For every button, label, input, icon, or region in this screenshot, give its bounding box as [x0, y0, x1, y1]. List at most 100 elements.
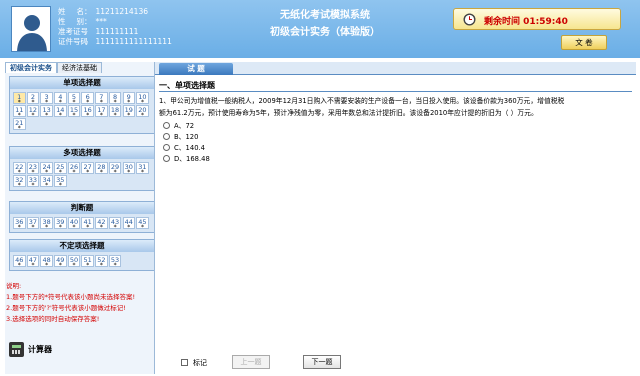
- question-number-49[interactable]: 49 *: [54, 255, 67, 269]
- section-multiple-choice: 多项选择题 22 * 23 * 24 * 25 * 26 * 27 * 28 * 29 * 30 * 31 * 32 * 3…: [9, 146, 155, 191]
- option-label: C、140.4: [174, 144, 206, 152]
- question-number-7[interactable]: 7 *: [95, 92, 108, 106]
- question-number-32[interactable]: 32 *: [13, 175, 26, 189]
- section-title: 单项选择题: [10, 77, 154, 89]
- question-footer: 标记 上一题 下一题: [155, 352, 636, 374]
- question-number-29[interactable]: 29 *: [108, 162, 122, 176]
- question-number-36[interactable]: 36 *: [13, 217, 26, 231]
- question-grid: 22 * 23 * 24 * 25 * 26 * 27 * 28 * 29 * 30 * 31 * 32 * 33 * 34 * 3…: [10, 159, 154, 190]
- question-number-2[interactable]: 2 *: [26, 92, 40, 106]
- question-number-22[interactable]: 22 *: [13, 162, 26, 176]
- info-name-label: 姓名: [58, 7, 84, 16]
- tab-economic-law[interactable]: 经济法基础: [57, 62, 102, 73]
- question-number-52[interactable]: 52 *: [95, 255, 108, 269]
- calculator-button[interactable]: 计算器: [9, 340, 71, 358]
- question-number-19[interactable]: 19 *: [122, 105, 135, 119]
- info-gender-value: ***: [95, 17, 107, 26]
- question-number-1[interactable]: 1 *: [13, 92, 26, 106]
- option-d[interactable]: D、168.48: [163, 153, 210, 163]
- question-number-40[interactable]: 40 *: [67, 217, 81, 231]
- info-gender-label: 性别: [58, 17, 84, 26]
- option-label: D、168.48: [174, 155, 210, 163]
- question-number-18[interactable]: 18 *: [108, 105, 122, 119]
- mark-checkbox[interactable]: [181, 359, 188, 366]
- question-number-11[interactable]: 11 *: [13, 105, 26, 119]
- question-number-43[interactable]: 43 *: [108, 217, 122, 231]
- question-number-39[interactable]: 39 *: [54, 217, 67, 231]
- document-button[interactable]: 文 卷: [561, 35, 607, 50]
- radio-button[interactable]: [163, 132, 170, 140]
- option-b[interactable]: B、120: [163, 131, 198, 141]
- question-number-38[interactable]: 38 *: [40, 217, 53, 231]
- question-number-26[interactable]: 26 *: [67, 162, 81, 176]
- question-number-42[interactable]: 42 *: [95, 217, 108, 231]
- question-number-27[interactable]: 27 *: [81, 162, 94, 176]
- question-number-44[interactable]: 44 *: [122, 217, 135, 231]
- question-text: 1、甲公司为增值税一般纳税人，2009年12月31日购入不需要安装的生产设备一台…: [159, 97, 565, 117]
- question-number-21[interactable]: 21 *: [13, 118, 26, 132]
- next-question-button[interactable]: 下一题: [303, 355, 341, 369]
- question-number-53[interactable]: 53 *: [108, 255, 122, 269]
- question-number-35[interactable]: 35 *: [54, 175, 67, 189]
- section-true-false: 判断题 36 * 37 * 38 * 39 * 40 * 41 * 42 * 43 * 44 * 45 *: [9, 201, 155, 233]
- avatar: [11, 6, 51, 52]
- radio-button[interactable]: [163, 143, 170, 151]
- subject-tabs: 初级会计实务 经济法基础: [5, 62, 154, 73]
- header-bar: 姓名： 11211214136 性别： *** 准考证号： 111111111 证件号…: [0, 0, 640, 58]
- candidate-info: 姓名： 11211214136 性别： *** 准考证号： 111111111 证件号…: [58, 7, 172, 46]
- mark-label: 标记: [193, 359, 207, 367]
- question-number-30[interactable]: 30 *: [122, 162, 135, 176]
- question-number-14[interactable]: 14 *: [54, 105, 67, 119]
- info-id-card-label: 证件号码: [58, 37, 88, 46]
- question-number-17[interactable]: 17 *: [95, 105, 108, 119]
- divider: [159, 91, 632, 92]
- question-number-34[interactable]: 34 *: [40, 175, 53, 189]
- question-number-41[interactable]: 41 *: [81, 217, 94, 231]
- radio-button[interactable]: [163, 154, 170, 162]
- question-number-46[interactable]: 46 *: [13, 255, 26, 269]
- system-subtitle: 初级会计实务（体验版）: [270, 27, 380, 38]
- question-number-3[interactable]: 3 *: [40, 92, 53, 106]
- system-title: 无纸化考试模拟系统: [280, 10, 370, 21]
- radio-button[interactable]: [163, 121, 170, 129]
- question-number-47[interactable]: 47 *: [26, 255, 40, 269]
- question-number-6[interactable]: 6 *: [81, 92, 94, 106]
- question-number-8[interactable]: 8 *: [108, 92, 122, 106]
- question-number-4[interactable]: 4 *: [54, 92, 67, 106]
- question-number-31[interactable]: 31 *: [136, 162, 149, 176]
- question-grid: 36 * 37 * 38 * 39 * 40 * 41 * 42 * 43 * 44 * 45 *: [10, 214, 154, 232]
- previous-question-button[interactable]: 上一题: [232, 355, 270, 369]
- question-number-28[interactable]: 28 *: [95, 162, 108, 176]
- question-number-24[interactable]: 24 *: [40, 162, 53, 176]
- question-type-heading: 一、单项选择题: [159, 81, 215, 90]
- question-number-20[interactable]: 20 *: [136, 105, 149, 119]
- question-number-10[interactable]: 10 *: [136, 92, 149, 106]
- question-number-51[interactable]: 51 *: [81, 255, 94, 269]
- question-number-23[interactable]: 23 *: [26, 162, 40, 176]
- question-number-13[interactable]: 13 *: [40, 105, 53, 119]
- instruction-line: 1.题号下方的*符号代表该小题尚未选择答案!: [6, 293, 136, 301]
- question-number-48[interactable]: 48 *: [40, 255, 53, 269]
- question-number-16[interactable]: 16 *: [81, 105, 94, 119]
- question-panel: 试 题 一、单项选择题 1、甲公司为增值税一般纳税人，2009年12月31日购入…: [154, 62, 636, 374]
- question-number-5[interactable]: 5 *: [67, 92, 81, 106]
- question-number-15[interactable]: 15 *: [67, 105, 81, 119]
- section-indefinite-choice: 不定项选择题 46 * 47 * 48 * 49 * 50 * 51 * 52 * 53 *: [9, 239, 155, 271]
- option-label: B、120: [174, 133, 199, 141]
- instructions: 说明: 1.题号下方的*符号代表该小题尚未选择答案! 2.题号下方的'?'符号代…: [6, 281, 152, 325]
- info-exam-id-label: 准考证号: [58, 27, 88, 36]
- tab-questions[interactable]: 试 题: [159, 63, 233, 75]
- info-exam-id-value: 111111111: [95, 27, 139, 36]
- question-number-37[interactable]: 37 *: [26, 217, 40, 231]
- question-number-50[interactable]: 50 *: [67, 255, 81, 269]
- info-name-value: 11211214136: [95, 7, 149, 16]
- option-label: A、72: [174, 122, 195, 130]
- option-a[interactable]: A、72: [163, 120, 194, 130]
- question-number-12[interactable]: 12 *: [26, 105, 40, 119]
- question-number-45[interactable]: 45 *: [136, 217, 149, 231]
- option-c[interactable]: C、140.4: [163, 142, 205, 152]
- tab-accounting-practice[interactable]: 初级会计实务: [5, 62, 57, 73]
- question-number-9[interactable]: 9 *: [122, 92, 135, 106]
- question-number-25[interactable]: 25 *: [54, 162, 67, 176]
- question-number-33[interactable]: 33 *: [26, 175, 40, 189]
